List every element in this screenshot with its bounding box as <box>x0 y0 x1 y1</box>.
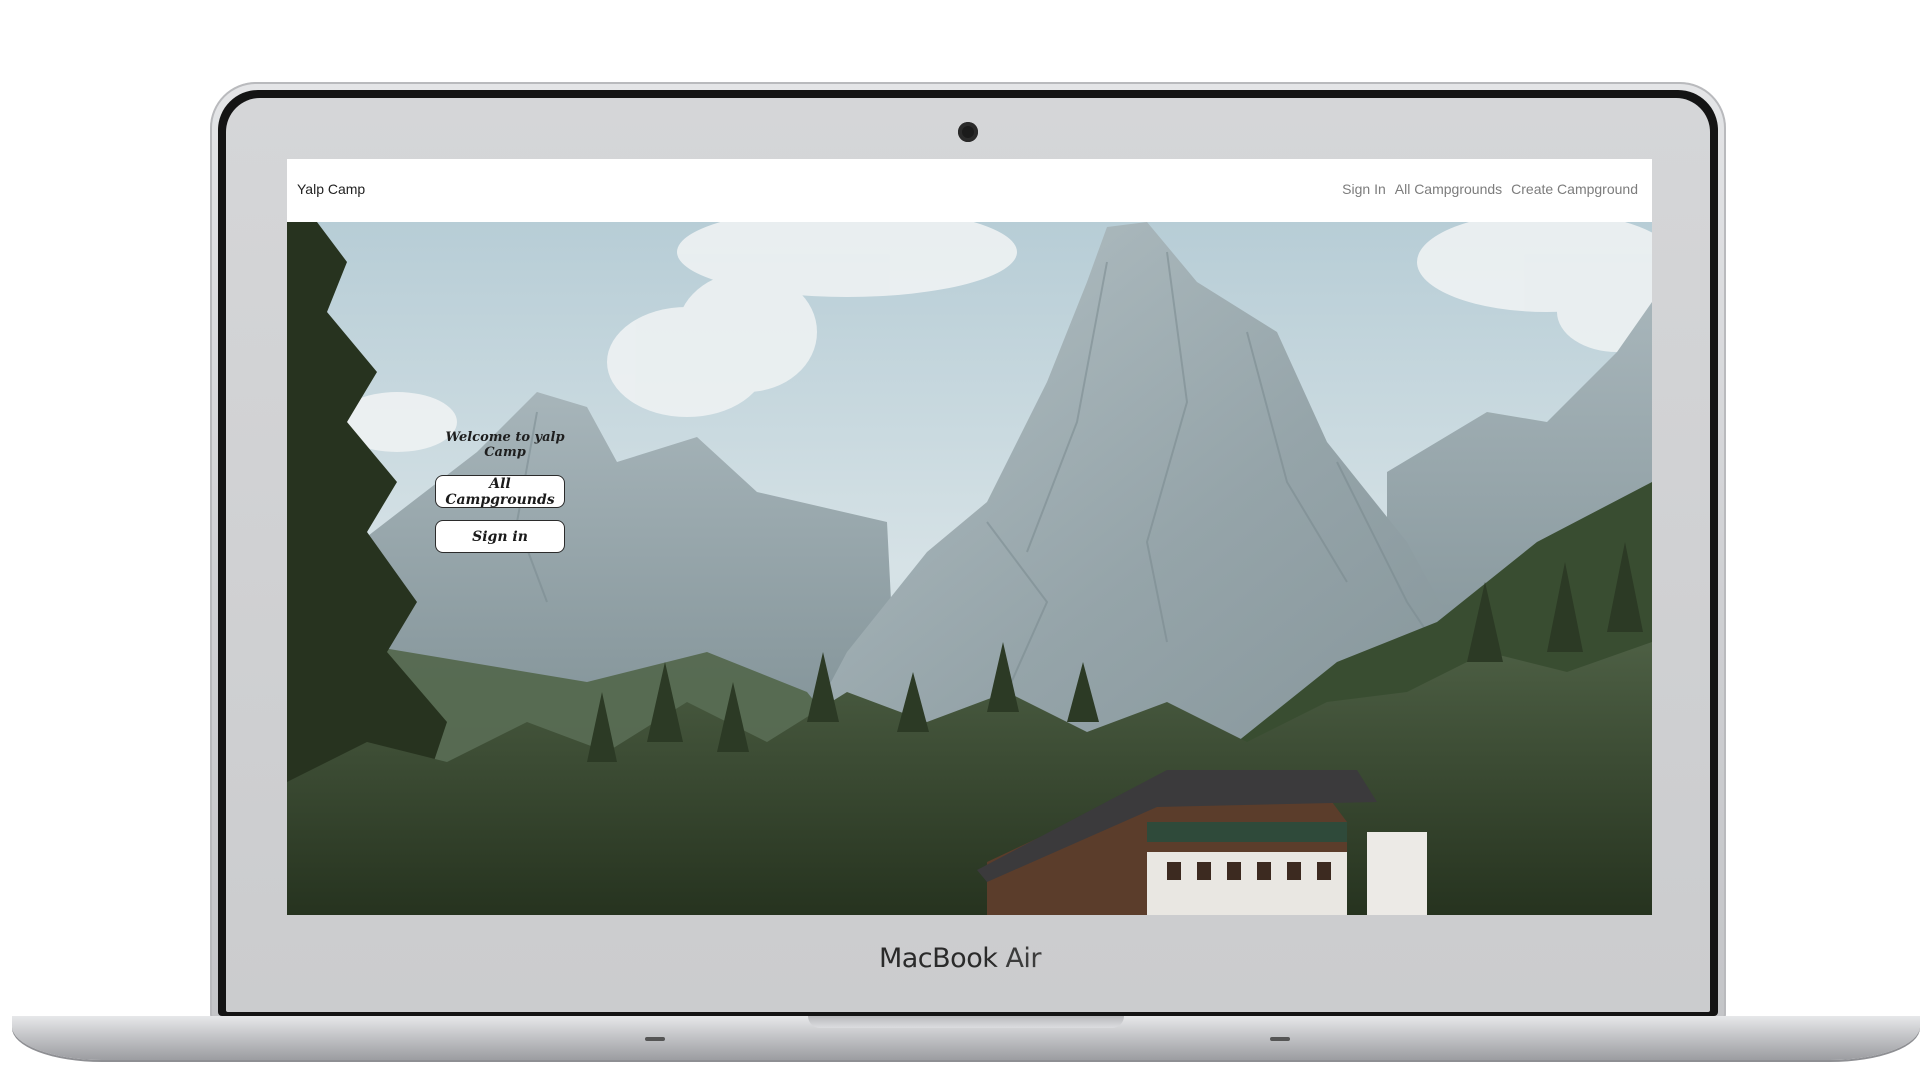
nav-link-sign-in[interactable]: Sign In <box>1342 181 1386 197</box>
brand-name: MacBook <box>878 943 998 974</box>
nav-link-all-campgrounds[interactable]: All Campgrounds <box>1395 181 1502 197</box>
lid-notch <box>808 1016 1124 1028</box>
navbar-links: Sign In All Campgrounds Create Campgroun… <box>1342 181 1638 197</box>
hero-section: Welcome to yalp Camp All Campgrounds Sig… <box>287 222 1652 915</box>
mountain-landscape-image <box>287 222 1652 915</box>
navbar-brand-link[interactable]: Yalp Camp <box>297 181 365 197</box>
browser-viewport: Yalp Camp Sign In All Campgrounds Create… <box>287 159 1652 915</box>
laptop-foot-right <box>1270 1037 1290 1041</box>
camera-icon <box>958 122 978 142</box>
nav-link-create-campground[interactable]: Create Campground <box>1511 181 1638 197</box>
all-campgrounds-button[interactable]: All Campgrounds <box>435 475 565 508</box>
device-branding: MacBook Air <box>0 943 1920 974</box>
brand-model: Air <box>1005 943 1042 974</box>
welcome-heading: Welcome to yalp Camp <box>445 430 565 460</box>
laptop-foot-left <box>645 1037 665 1041</box>
navbar: Yalp Camp Sign In All Campgrounds Create… <box>287 159 1652 223</box>
sign-in-button[interactable]: Sign in <box>435 520 565 553</box>
